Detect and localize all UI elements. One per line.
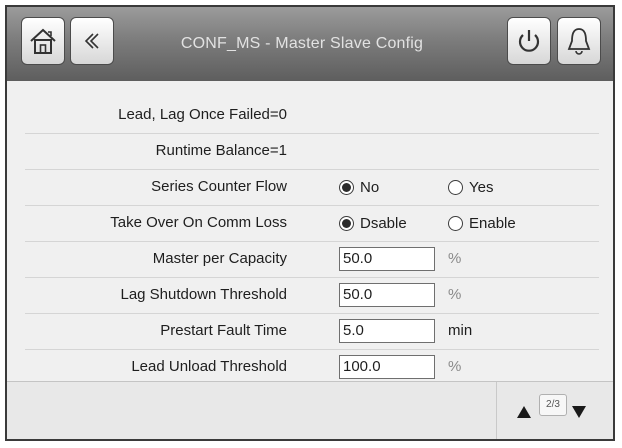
page-title: CONF_MS - Master Slave Config: [180, 35, 424, 52]
setting-label: Take Over On Comm Loss: [110, 214, 287, 231]
radio-circle: [339, 180, 354, 195]
radio-circle: [448, 216, 463, 231]
setting-label: Prestart Fault Time: [160, 322, 287, 339]
radio-dsable[interactable]: Dsable: [339, 215, 407, 232]
setting-label: Lead, Lag Once Failed=0: [118, 106, 287, 123]
hmi-screen: CONF_MS - Master Slave Config Lead, Lag …: [5, 5, 615, 441]
radio-yes[interactable]: Yes: [448, 179, 493, 196]
home-icon: [28, 26, 58, 56]
master-per-capacity-input[interactable]: 50.0: [339, 247, 435, 271]
lag-shutdown-threshold-input[interactable]: 50.0: [339, 283, 435, 307]
unit-label: %: [448, 358, 462, 375]
radio-enable[interactable]: Enable: [448, 215, 516, 232]
power-icon: [514, 26, 544, 56]
radio-label: Enable: [469, 215, 516, 232]
page-indicator: 2/3: [539, 394, 567, 416]
unit-label: min: [448, 322, 473, 339]
radio-label: No: [360, 179, 380, 196]
setting-row-take-over-comm-loss: Take Over On Comm Loss Dsable Enable: [25, 205, 599, 242]
setting-label: Master per Capacity: [152, 250, 287, 267]
setting-label: Runtime Balance=1: [155, 142, 287, 159]
radio-label: Yes: [469, 179, 494, 196]
radio-no[interactable]: No: [339, 179, 379, 196]
footer-divider: [496, 382, 497, 439]
back-button[interactable]: [70, 17, 114, 65]
power-button[interactable]: [507, 17, 551, 65]
back-icon: [80, 29, 104, 53]
setting-label: Lead Unload Threshold: [131, 358, 287, 375]
radio-circle: [448, 180, 463, 195]
setting-row-prestart-fault-time: Prestart Fault Time 5.0 min: [25, 313, 599, 350]
setting-row-series-counter-flow: Series Counter Flow No Yes: [25, 169, 599, 206]
radio-selected-dot: [342, 183, 351, 192]
setting-row-lead-lag: Lead, Lag Once Failed=0: [25, 97, 599, 134]
title-bar: CONF_MS - Master Slave Config: [7, 7, 613, 81]
radio-label: Dsable: [360, 215, 407, 232]
unit-label: %: [448, 286, 462, 303]
prestart-fault-time-input[interactable]: 5.0: [339, 319, 435, 343]
home-button[interactable]: [21, 17, 65, 65]
setting-row-master-per-capacity: Master per Capacity 50.0 %: [25, 241, 599, 278]
setting-label: Series Counter Flow: [151, 178, 287, 195]
lead-unload-threshold-input[interactable]: 100.0: [339, 355, 435, 379]
setting-row-runtime-balance: Runtime Balance=1: [25, 133, 599, 170]
setting-label: Lag Shutdown Threshold: [120, 286, 287, 303]
radio-selected-dot: [342, 219, 351, 228]
footer-bar: 2/3: [7, 381, 613, 439]
unit-label: %: [448, 250, 462, 267]
radio-circle: [339, 216, 354, 231]
settings-list: Lead, Lag Once Failed=0 Runtime Balance=…: [7, 81, 613, 386]
page-up-arrow-icon[interactable]: [517, 406, 531, 418]
setting-row-lag-shutdown-threshold: Lag Shutdown Threshold 50.0 %: [25, 277, 599, 314]
alarm-button[interactable]: [557, 17, 601, 65]
alarm-bell-icon: [564, 25, 594, 57]
page-down-arrow-icon[interactable]: [572, 406, 586, 418]
